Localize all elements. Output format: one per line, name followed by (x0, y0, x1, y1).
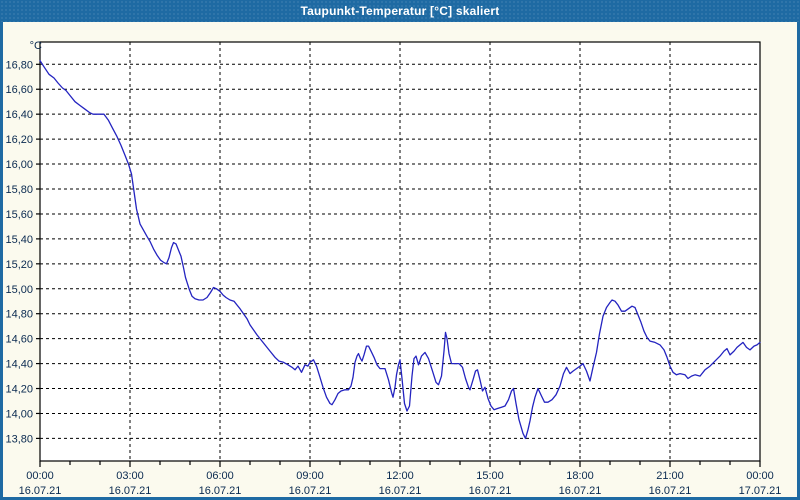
svg-text:16.07.21: 16.07.21 (649, 485, 692, 497)
svg-text:15,40: 15,40 (5, 234, 33, 246)
window-border-left (0, 22, 3, 500)
svg-text:°C: °C (30, 40, 42, 52)
svg-text:16,00: 16,00 (5, 159, 33, 171)
svg-text:00:00: 00:00 (26, 470, 54, 482)
svg-text:16,20: 16,20 (5, 134, 33, 146)
svg-text:16.07.21: 16.07.21 (379, 485, 422, 497)
svg-text:15:00: 15:00 (476, 470, 504, 482)
svg-text:12:00: 12:00 (386, 470, 414, 482)
y-axis-unit-label: °C (30, 40, 42, 52)
svg-text:15,60: 15,60 (5, 209, 33, 221)
svg-text:16.07.21: 16.07.21 (199, 485, 242, 497)
svg-text:21:00: 21:00 (656, 470, 684, 482)
svg-text:18:00: 18:00 (566, 470, 594, 482)
x-ticks (39, 461, 761, 467)
svg-text:14,00: 14,00 (5, 408, 33, 420)
svg-text:13,80: 13,80 (5, 433, 33, 445)
svg-text:16,40: 16,40 (5, 109, 33, 121)
svg-text:15,80: 15,80 (5, 184, 33, 196)
svg-text:16.07.21: 16.07.21 (469, 485, 512, 497)
chart-canvas: 16,80 16,60 16,40 16,20 16,00 15,80 15,60 15,40… (5, 40, 782, 497)
svg-text:14,60: 14,60 (5, 334, 33, 346)
svg-text:06:00: 06:00 (206, 470, 234, 482)
x-tick-time-labels: 00:00 03:00 06:00 09:00 12:00 15:00 18:00 21:00… (26, 470, 774, 482)
svg-text:16,80: 16,80 (5, 59, 33, 71)
svg-text:16,60: 16,60 (5, 84, 33, 96)
svg-text:16.07.21: 16.07.21 (19, 485, 62, 497)
svg-text:03:00: 03:00 (116, 470, 144, 482)
svg-text:16.07.21: 16.07.21 (559, 485, 602, 497)
svg-text:15,00: 15,00 (5, 284, 33, 296)
chart-window: 16,80 16,60 16,40 16,20 16,00 15,80 15,60 15,40… (0, 0, 800, 500)
svg-text:16.07.21: 16.07.21 (109, 485, 152, 497)
svg-text:14,80: 14,80 (5, 309, 33, 321)
svg-text:16.07.21: 16.07.21 (289, 485, 332, 497)
svg-text:14,40: 14,40 (5, 359, 33, 371)
y-tick-labels: 16,80 16,60 16,40 16,20 16,00 15,80 15,60 15,40… (5, 59, 33, 445)
x-tick-date-labels: 16.07.21 16.07.21 16.07.21 16.07.21 16.07.21… (19, 485, 782, 497)
svg-text:14,20: 14,20 (5, 384, 33, 396)
svg-text:17.07.21: 17.07.21 (739, 485, 782, 497)
svg-text:15,20: 15,20 (5, 259, 33, 271)
svg-text:09:00: 09:00 (296, 470, 324, 482)
svg-text:00:00: 00:00 (746, 470, 774, 482)
